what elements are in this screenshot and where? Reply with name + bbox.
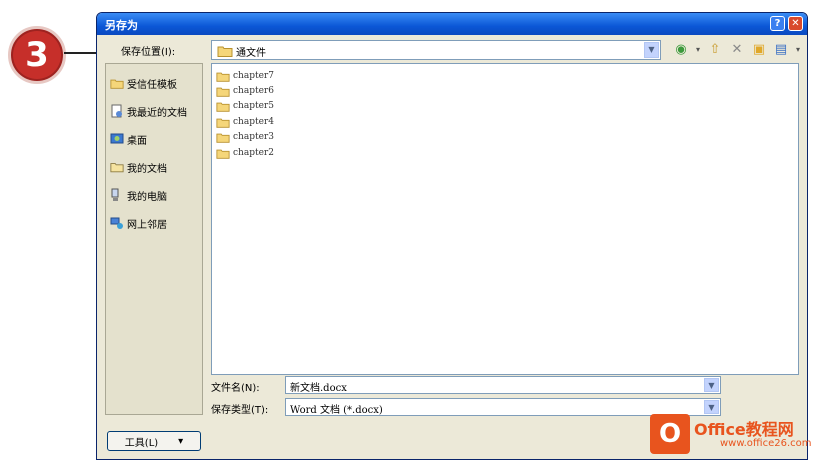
watermark: O Office教程网 www.office26.com: [650, 414, 812, 458]
folder-icon: [216, 87, 230, 97]
watermark-site-name: Office教程网: [694, 420, 794, 439]
chevron-down-icon[interactable]: ▼: [644, 42, 659, 58]
new-folder-icon[interactable]: ▣: [751, 42, 767, 58]
file-name: chapter7: [233, 71, 274, 81]
save-as-dialog: 另存为 ? ✕ 保存位置(I): 通文件 ▼ ◉ ▾ ⇧ ✕ ▣ ▤ ▾ 受信任…: [96, 12, 808, 460]
help-button[interactable]: ?: [770, 16, 785, 31]
places-item-recent-documents[interactable]: 我最近的文档: [110, 102, 187, 120]
views-icon[interactable]: ▤: [773, 42, 789, 58]
file-name-label: 文件名(N):: [211, 383, 260, 394]
tools-button[interactable]: 工具(L) ▾: [107, 431, 201, 451]
list-item[interactable]: chapter2: [216, 146, 274, 160]
network-places-icon: [110, 217, 123, 229]
chevron-down-icon[interactable]: ▼: [704, 400, 719, 414]
folder-icon: [216, 133, 230, 143]
file-name-input[interactable]: 新文档.docx ▼: [285, 376, 721, 394]
screenshot-stage: 3 另存为 ? ✕ 保存位置(I): 通文件 ▼ ◉ ▾ ⇧ ✕ ▣ ▤ ▾ 受…: [0, 0, 814, 465]
file-name: chapter2: [233, 148, 274, 158]
list-item[interactable]: chapter3: [216, 130, 274, 144]
tools-button-label: 工具(L): [124, 437, 159, 449]
delete-icon[interactable]: ✕: [729, 42, 745, 58]
step-callout-number: 3: [25, 35, 49, 75]
list-item[interactable]: chapter6: [216, 84, 274, 98]
dialog-title: 另存为: [105, 19, 138, 32]
back-icon[interactable]: ◉: [673, 42, 689, 58]
list-item[interactable]: chapter5: [216, 99, 274, 113]
file-list[interactable]: chapter7 chapter6 chapter5 chapter4 chap…: [211, 63, 799, 375]
file-name: chapter3: [233, 132, 274, 142]
back-dropdown-caret-icon[interactable]: ▾: [695, 42, 701, 58]
recent-documents-icon: [111, 104, 122, 118]
places-item-desktop[interactable]: 桌面: [110, 130, 147, 148]
places-item-label: 桌面: [127, 135, 147, 147]
places-item-network-places[interactable]: 网上邻居: [110, 214, 167, 232]
my-computer-icon: [111, 188, 119, 201]
folder-icon: [216, 102, 230, 112]
places-item-label: 受信任模板: [127, 79, 177, 91]
places-item-label: 我的电脑: [127, 191, 167, 203]
places-item-label: 我最近的文档: [127, 107, 187, 119]
save-in-value: 通文件: [236, 48, 266, 59]
file-name-value: 新文档.docx: [290, 383, 347, 394]
save-in-dropdown[interactable]: 通文件 ▼: [211, 40, 661, 60]
up-folder-icon[interactable]: ⇧: [707, 42, 723, 58]
file-name: chapter6: [233, 86, 274, 96]
chevron-down-icon: ▾: [178, 435, 184, 447]
places-item-label: 我的文档: [127, 163, 167, 175]
folder-icon: [216, 118, 230, 128]
file-type-value: Word 文档 (*.docx): [290, 405, 383, 416]
step-callout-badge: 3: [8, 26, 66, 84]
list-item[interactable]: chapter7: [216, 69, 274, 83]
save-in-label: 保存位置(I):: [121, 47, 176, 58]
folder-icon: [216, 149, 230, 159]
close-button[interactable]: ✕: [788, 16, 803, 31]
places-item-trusted-templates[interactable]: 受信任模板: [110, 74, 177, 92]
folder-icon: [110, 79, 124, 89]
watermark-url: www.office26.com: [720, 438, 812, 449]
folder-icon: [216, 72, 230, 82]
places-bar: 受信任模板 我最近的文档 桌面 我的文档 我的电脑 网上邻居: [105, 63, 203, 415]
folder-icon: [217, 46, 233, 57]
file-name: chapter5: [233, 101, 274, 111]
my-documents-icon: [110, 163, 124, 173]
places-item-my-computer[interactable]: 我的电脑: [110, 186, 167, 204]
office-logo-icon: O: [650, 414, 690, 454]
list-item[interactable]: chapter4: [216, 115, 274, 129]
places-item-my-documents[interactable]: 我的文档: [110, 158, 167, 176]
navigation-toolbar: ◉ ▾ ⇧ ✕ ▣ ▤ ▾: [673, 41, 801, 59]
views-dropdown-caret-icon[interactable]: ▾: [795, 42, 801, 58]
title-bar[interactable]: 另存为 ? ✕: [97, 13, 807, 35]
desktop-icon: [110, 133, 124, 144]
places-item-label: 网上邻居: [127, 219, 167, 231]
file-type-label: 保存类型(T):: [211, 405, 269, 416]
chevron-down-icon[interactable]: ▼: [704, 378, 719, 392]
file-name: chapter4: [233, 117, 274, 127]
